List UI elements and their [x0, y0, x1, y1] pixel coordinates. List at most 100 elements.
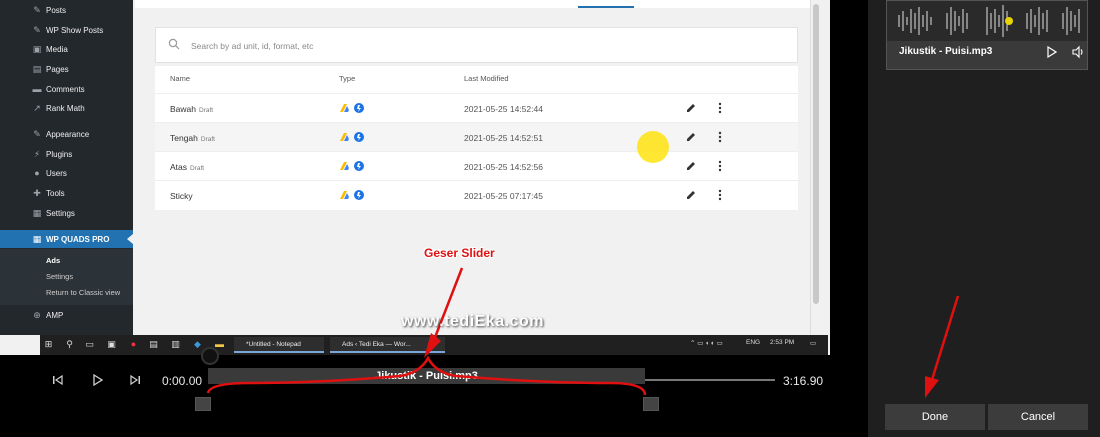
- table-row[interactable]: Atas Draft 2021-05-25 14:52:56: [155, 151, 798, 180]
- sidebar-item-comments[interactable]: ▬ Comments: [0, 80, 133, 98]
- wp-admin-sidebar: ✎ Posts ✎ WP Show Posts ▣ Media ▤ Pages ▬ Com…: [0, 0, 133, 335]
- audio-thumbnail-card[interactable]: Jikustik - Puisi.mp3: [886, 0, 1088, 70]
- table-row[interactable]: Bawah Draft 2021-05-25 14:52:44: [155, 93, 798, 122]
- trim-end-handle[interactable]: [643, 397, 659, 411]
- submenu-return-classic[interactable]: Return to Classic view: [46, 288, 120, 297]
- media-icon: ▣: [32, 44, 42, 54]
- more-vert-icon[interactable]: [717, 189, 723, 201]
- adsense-amp-icon: [340, 132, 364, 142]
- adsense-amp-icon: [340, 103, 364, 113]
- pages-icon: ▤: [32, 64, 42, 74]
- search-icon: [168, 38, 180, 50]
- sidebar-item-label: Tools: [46, 188, 65, 198]
- adsense-amp-icon: [340, 190, 364, 200]
- previous-frame-icon[interactable]: [50, 372, 66, 388]
- settings-icon: ▦: [32, 208, 42, 218]
- play-icon[interactable]: [89, 372, 105, 388]
- sidebar-item-label: WP QUADS PRO: [46, 234, 110, 244]
- taskbar-chrome[interactable]: Ads ‹ Tedi Eka — Wor...: [330, 337, 445, 353]
- printer-icon[interactable]: ▥: [170, 339, 181, 350]
- more-vert-icon[interactable]: [717, 102, 723, 114]
- search-icon[interactable]: ⚲: [64, 339, 75, 350]
- sidebar-item-label: Appearance: [46, 129, 90, 139]
- column-header-type: Type: [339, 74, 356, 83]
- table-row[interactable]: Sticky 2021-05-25 07:17:45: [155, 180, 798, 209]
- sidebar-item-tools[interactable]: ✚ Tools: [0, 184, 133, 202]
- page-scrollbar[interactable]: [810, 0, 820, 335]
- audio-track[interactable]: Jikustik - Puisi.mp3: [208, 368, 645, 384]
- submenu-ads[interactable]: Ads: [46, 256, 60, 265]
- sidebar-item-users[interactable]: ● Users: [0, 164, 133, 182]
- notification-icon[interactable]: ▭: [810, 339, 816, 347]
- cursor-highlight: [637, 131, 669, 163]
- sidebar-item-wp-show-posts[interactable]: ✎ WP Show Posts: [0, 21, 133, 39]
- edit-icon[interactable]: [685, 189, 697, 201]
- user-icon: ●: [34, 168, 40, 178]
- ad-name: Tengah: [170, 133, 198, 143]
- top-card: [135, 0, 818, 8]
- seek-thumb[interactable]: [201, 347, 219, 365]
- play-icon[interactable]: [1047, 46, 1057, 58]
- thumbnail-title: Jikustik - Puisi.mp3: [899, 46, 993, 57]
- video-editor-window: ✎ Posts ✎ WP Show Posts ▣ Media ▤ Pages ▬ Com…: [0, 0, 1100, 437]
- draft-badge: Draft: [190, 165, 205, 172]
- wrench-icon: ✚: [33, 188, 41, 198]
- app-icon[interactable]: ●: [128, 339, 139, 350]
- wp-submenu: Ads Settings Return to Classic view: [0, 249, 133, 305]
- right-panel: Jikustik - Puisi.mp3 Done Cancel: [868, 0, 1100, 437]
- quads-icon: ▦: [32, 234, 42, 244]
- windows-taskbar: ⊞ ⚲ ▭ ▣ ● ▤ ▥ ◆ ▬ *Untitled - Notepad Ad…: [40, 335, 828, 355]
- sidebar-item-settings[interactable]: ▦ Settings: [0, 204, 133, 222]
- sidebar-item-label: Plugins: [46, 149, 73, 159]
- current-time: 0:00.00: [162, 374, 203, 388]
- sidebar-item-media[interactable]: ▣ Media: [0, 40, 133, 58]
- sidebar-item-label: Pages: [46, 64, 69, 74]
- more-vert-icon[interactable]: [717, 160, 723, 172]
- task-view-icon[interactable]: ▭: [84, 339, 95, 350]
- store-icon[interactable]: ▣: [106, 339, 117, 350]
- taskbar-notepad[interactable]: *Untitled - Notepad: [234, 337, 324, 353]
- total-time: 3:16.90: [783, 374, 824, 388]
- vscode-icon[interactable]: ◆: [192, 339, 203, 350]
- windows-start-icon[interactable]: ⊞: [43, 339, 54, 350]
- seek-bar[interactable]: [645, 379, 775, 381]
- sidebar-item-amp[interactable]: ⊕ AMP: [0, 306, 133, 324]
- wp-content-area: Search by ad unit, id, format, etc Name …: [133, 0, 820, 335]
- submenu-settings[interactable]: Settings: [46, 272, 73, 281]
- ad-name: Bawah: [170, 104, 196, 114]
- volume-icon[interactable]: [1071, 45, 1085, 59]
- video-preview[interactable]: ✎ Posts ✎ WP Show Posts ▣ Media ▤ Pages ▬ Com…: [0, 0, 830, 355]
- waveform: [887, 1, 1087, 41]
- edit-icon[interactable]: [685, 160, 697, 172]
- trim-start-handle[interactable]: [195, 397, 211, 411]
- ad-modified: 2021-05-25 14:52:44: [464, 104, 543, 114]
- comment-icon: ▬: [32, 84, 42, 94]
- sidebar-item-label: Settings: [46, 208, 75, 218]
- scrollbar-thumb[interactable]: [813, 4, 819, 304]
- draft-badge: Draft: [199, 107, 214, 114]
- search-placeholder: Search by ad unit, id, format, etc: [191, 41, 314, 51]
- sidebar-item-plugins[interactable]: ⚡ Plugins: [0, 145, 133, 163]
- sidebar-item-label: AMP: [46, 310, 64, 320]
- sidebar-item-label: WP Show Posts: [46, 25, 104, 35]
- sidebar-item-label: Rank Math: [46, 103, 85, 113]
- tray-clock[interactable]: 2:53 PM: [770, 339, 794, 346]
- ads-search-input[interactable]: Search by ad unit, id, format, etc: [155, 27, 798, 63]
- next-frame-icon[interactable]: [127, 372, 143, 388]
- tray-language[interactable]: ENG: [746, 339, 760, 346]
- edit-icon[interactable]: [685, 131, 697, 143]
- sidebar-item-wp-quads-pro[interactable]: ▦ WP QUADS PRO: [0, 230, 133, 248]
- sidebar-item-posts[interactable]: ✎ Posts: [0, 1, 133, 19]
- ad-name: Sticky: [170, 191, 193, 201]
- sidebar-item-appearance[interactable]: ✎ Appearance: [0, 125, 133, 143]
- done-button[interactable]: Done: [885, 404, 985, 430]
- tray-icons[interactable]: ⌃ ▭ ◖ ◐ ▭: [690, 339, 723, 347]
- ad-modified: 2021-05-25 14:52:51: [464, 133, 543, 143]
- more-vert-icon[interactable]: [717, 131, 723, 143]
- sidebar-item-pages[interactable]: ▤ Pages: [0, 60, 133, 78]
- sidebar-item-rank-math[interactable]: ↗ Rank Math: [0, 99, 133, 117]
- table-row[interactable]: Tengah Draft 2021-05-25 14:52:51: [155, 122, 798, 151]
- edit-icon[interactable]: [685, 102, 697, 114]
- cancel-button[interactable]: Cancel: [988, 404, 1088, 430]
- app-icon[interactable]: ▤: [148, 339, 159, 350]
